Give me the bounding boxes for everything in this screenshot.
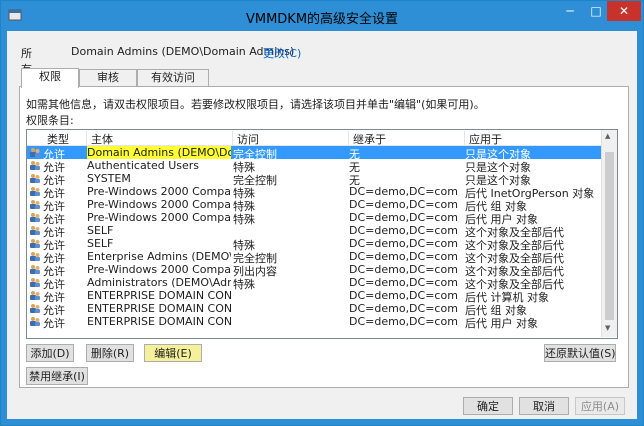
row-inherited-from: DC=demo,DC=com <box>349 276 458 289</box>
restore-defaults-button[interactable]: 还原默认值(S) <box>544 344 616 362</box>
title-bar[interactable]: VMMDKM的高级安全设置 ─ □ ✕ <box>1 1 643 31</box>
row-principal: Domain Admins (DEMO\Domai... <box>87 146 231 159</box>
user-group-icon <box>30 317 40 326</box>
user-group-icon <box>30 213 40 222</box>
row-principal: SELF <box>87 224 114 237</box>
edit-button[interactable]: 编辑(E) <box>144 344 202 362</box>
scroll-up-icon[interactable]: ▲ <box>605 132 610 140</box>
tab-effective-access[interactable]: 有效访问 <box>137 69 209 87</box>
column-header-access[interactable]: 访问 <box>233 131 349 146</box>
table-row[interactable]: 允许Pre-Windows 2000 Compatible ...特殊DC=de… <box>27 211 601 226</box>
vertical-scrollbar[interactable]: ▲ ▼ <box>601 130 617 337</box>
table-row[interactable]: 允许Pre-Windows 2000 Compatible ...特殊DC=de… <box>27 198 601 213</box>
column-header-principal[interactable]: 主体 <box>87 131 233 146</box>
permissions-panel: 如需其他信息，请双击权限项目。若要修改权限项目，请选择该项目并单击"编辑"(如果… <box>19 86 629 388</box>
row-applies-to: 后代 用户 对象 <box>465 317 538 330</box>
close-icon: ✕ <box>618 4 630 18</box>
row-inherited-from: DC=demo,DC=com <box>349 237 458 250</box>
row-type: 允许 <box>43 317 65 330</box>
row-principal: SELF <box>87 237 114 250</box>
row-principal: ENTERPRISE DOMAIN CONTRO... <box>87 302 231 315</box>
minimize-icon: ─ <box>566 4 574 18</box>
table-row[interactable]: 允许ENTERPRISE DOMAIN CONTRO...DC=demo,DC=… <box>27 302 601 317</box>
row-inherited-from: DC=demo,DC=com <box>349 302 458 315</box>
list-header: 类型 主体 访问 继承于 应用于 <box>27 130 601 146</box>
dialog-body: 所有者: Domain Admins (DEMO\Domain Admins) … <box>7 31 637 419</box>
user-group-icon <box>30 278 40 287</box>
entries-label: 权限条目: <box>26 114 74 127</box>
owner-value: Domain Admins (DEMO\Domain Admins) <box>71 45 295 58</box>
user-group-icon <box>30 239 40 248</box>
column-header-type[interactable]: 类型 <box>43 131 87 146</box>
user-group-icon <box>30 252 40 261</box>
maximize-icon: □ <box>590 4 602 18</box>
ok-button[interactable]: 确定 <box>463 397 513 415</box>
user-group-icon <box>30 187 40 196</box>
row-inherited-from: DC=demo,DC=com <box>349 185 458 198</box>
add-button[interactable]: 添加(D) <box>26 344 74 362</box>
row-inherited-from: DC=demo,DC=com <box>349 250 458 263</box>
security-dialog: VMMDKM的高级安全设置 ─ □ ✕ 所有者: Domain Admins (… <box>0 0 644 426</box>
row-principal: Pre-Windows 2000 Compatible ... <box>87 211 231 224</box>
minimize-button[interactable]: ─ <box>557 1 583 21</box>
row-inherited-from: DC=demo,DC=com <box>349 198 458 211</box>
change-owner-link[interactable]: 更改(C) <box>263 45 301 61</box>
scrollbar-thumb[interactable] <box>605 152 614 320</box>
user-group-icon <box>30 265 40 274</box>
user-group-icon <box>30 161 40 170</box>
table-row[interactable]: 允许Domain Admins (DEMO\Domai...完全控制无只是这个对… <box>27 146 601 161</box>
row-principal: Pre-Windows 2000 Compatible ... <box>87 198 231 211</box>
table-row[interactable]: 允许Pre-Windows 2000 Compatible ...特殊DC=de… <box>27 185 601 200</box>
close-button[interactable]: ✕ <box>607 1 641 21</box>
window-title: VMMDKM的高级安全设置 <box>245 12 399 27</box>
user-group-icon <box>30 200 40 209</box>
row-principal: ENTERPRISE DOMAIN CONTRO... <box>87 315 231 328</box>
table-row[interactable]: 允许 Authenticated Users 特殊无只是这个对象 <box>27 159 601 174</box>
row-principal: Administrators (DEMO\Administ... <box>87 276 231 289</box>
permission-entries-list[interactable]: 类型 主体 访问 继承于 应用于 允许 Domain Admins (DEMO\D… <box>26 129 618 339</box>
table-row[interactable]: 允许Pre-Windows 2000 Compatible ...列出内容DC=… <box>27 263 601 278</box>
maximize-button[interactable]: □ <box>583 1 609 21</box>
tab-auditing[interactable]: 审核 <box>79 69 137 87</box>
cancel-button[interactable]: 取消 <box>519 397 569 415</box>
disable-inheritance-button[interactable]: 禁用继承(I) <box>26 367 88 385</box>
row-principal: Pre-Windows 2000 Compatible ... <box>87 185 231 198</box>
table-row[interactable]: 允许 SYSTEM 完全控制无只是这个对象 <box>27 172 601 187</box>
remove-button[interactable]: 删除(R) <box>86 344 134 362</box>
row-principal: Pre-Windows 2000 Compatible ... <box>87 263 231 276</box>
column-header-inherited-from[interactable]: 继承于 <box>349 131 465 146</box>
row-principal: SYSTEM <box>87 172 131 185</box>
table-row[interactable]: 允许ENTERPRISE DOMAIN CONTRO...DC=demo,DC=… <box>27 289 601 304</box>
user-group-icon <box>30 291 40 300</box>
tab-permissions[interactable]: 权限 <box>21 68 79 88</box>
table-row[interactable]: 允许 SELF 特殊 DC=demo,DC=com 这个对象及全部后代 <box>27 237 601 252</box>
row-principal: ENTERPRISE DOMAIN CONTRO... <box>87 289 231 302</box>
row-inherited-from: DC=demo,DC=com <box>349 289 458 302</box>
user-group-icon <box>30 304 40 313</box>
table-row[interactable]: 允许Enterprise Admins (DEMO\Ente...完全控制DC=… <box>27 250 601 265</box>
table-row[interactable]: 允许 ENTERPRISE DOMAIN CONTRO... DC=demo,DC=… <box>27 315 601 330</box>
user-group-icon <box>30 226 40 235</box>
column-header-applies-to[interactable]: 应用于 <box>465 131 601 146</box>
row-inherited-from: DC=demo,DC=com <box>349 263 458 276</box>
row-inherited-from: DC=demo,DC=com <box>349 315 458 328</box>
row-inherited-from: DC=demo,DC=com <box>349 211 458 224</box>
row-inherited-from: DC=demo,DC=com <box>349 224 458 237</box>
user-group-icon <box>30 148 40 157</box>
table-row[interactable]: 允许Administrators (DEMO\Administ...特殊DC=d… <box>27 276 601 291</box>
row-principal: Authenticated Users <box>87 159 200 172</box>
scroll-down-icon[interactable]: ▼ <box>605 324 610 332</box>
apply-button[interactable]: 应用(A) <box>575 397 625 415</box>
user-group-icon <box>30 174 40 183</box>
info-text: 如需其他信息，请双击权限项目。若要修改权限项目，请选择该项目并单击"编辑"(如果… <box>26 98 485 111</box>
row-principal: Enterprise Admins (DEMO\Ente... <box>87 250 231 263</box>
table-row[interactable]: 允许 SELF DC=demo,DC=com 这个对象及全部后代 <box>27 224 601 239</box>
